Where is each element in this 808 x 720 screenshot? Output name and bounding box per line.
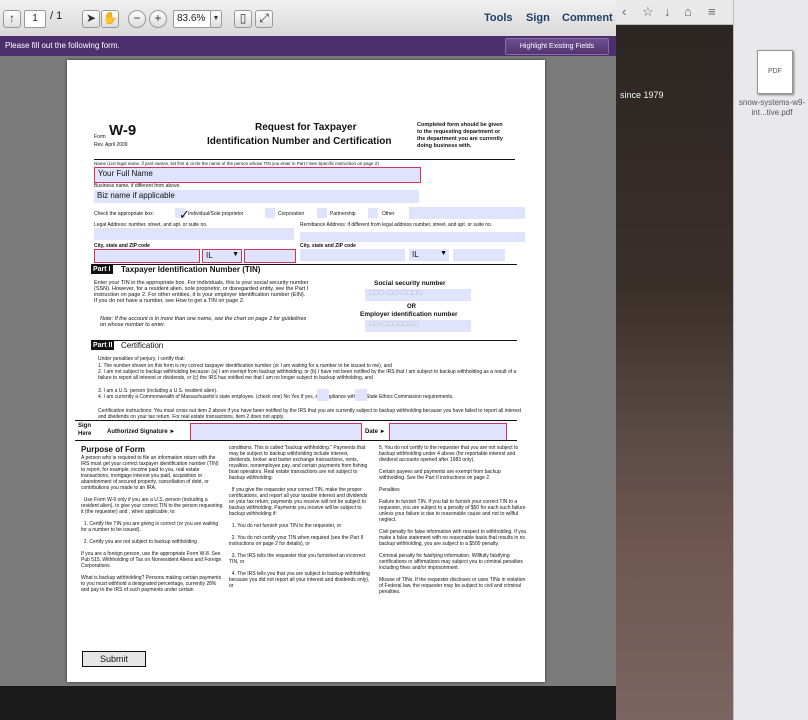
name-input[interactable]: Your Full Name — [94, 167, 421, 183]
hand-tool-icon[interactable]: ✋ — [101, 10, 119, 28]
state-employee-yes-checkbox[interactable] — [355, 389, 367, 401]
pdf-page: Form W-9 Rev. April 2009 Request for Tax… — [67, 60, 545, 682]
city-input[interactable] — [94, 249, 200, 263]
acrobat-window: ↑ 1 / 1 ➤ ✋ − + 83.6% ▼ ▯ ⤢ Tools Sign C… — [0, 0, 616, 686]
form-message: Please fill out the following form. — [5, 41, 120, 50]
other-label: Other — [382, 211, 395, 217]
date-input[interactable] — [389, 423, 507, 441]
zoom-dropdown-icon[interactable]: ▼ — [210, 10, 222, 28]
business-label: Business name, if different from above. — [94, 183, 181, 189]
zoom-in-icon[interactable]: + — [149, 10, 167, 28]
zoom-input[interactable]: 83.6% — [173, 10, 212, 28]
arrow-down-icon[interactable]: ↓ — [664, 4, 671, 19]
sign-here-label: Sign Here — [78, 423, 92, 437]
since-text: since 1979 — [620, 90, 664, 100]
page-total: / 1 — [50, 10, 63, 22]
comment-menu[interactable]: Comment — [562, 12, 613, 24]
zip-input[interactable] — [244, 249, 296, 263]
back-icon[interactable]: ‹ — [622, 4, 626, 19]
or-label: OR — [407, 304, 416, 310]
form-number: W-9 — [109, 122, 137, 139]
ssn-input[interactable]: □□□-□□-□□□□ — [365, 289, 471, 301]
full-screen-icon[interactable]: ⤢ — [255, 10, 273, 28]
corporation-checkbox[interactable] — [265, 208, 275, 218]
menu-icon[interactable]: ≡ — [708, 4, 716, 19]
ssn-label: Social security number — [374, 280, 446, 287]
part2-tag: Part II — [91, 341, 115, 350]
purpose-column-3: 5. You do not certify to the requester t… — [379, 445, 527, 595]
cert-intro: Under penalties of perjury, I certify th… — [98, 356, 185, 362]
form-message-bar: Please fill out the following form. High… — [0, 36, 616, 56]
form-label: Form — [94, 134, 106, 140]
remittance-input[interactable] — [300, 232, 525, 242]
page-number-input[interactable]: 1 — [24, 10, 46, 28]
form-title-1: Request for Taxpayer — [255, 122, 357, 133]
authorized-signature-label: Authorized Signature ► — [107, 429, 176, 435]
sole-proprietor-label: Individual/Sole proprietor — [188, 211, 244, 217]
purpose-title: Purpose of Form — [81, 445, 146, 454]
check-label: Check the appropriate box: — [94, 211, 155, 217]
zoom-out-icon[interactable]: − — [128, 10, 146, 28]
signature-input[interactable] — [190, 423, 362, 441]
file-name: snow-systems-w9-int...tive.pdf — [738, 98, 806, 117]
business-name-input[interactable]: Biz name if applicable — [94, 190, 419, 203]
sign-menu[interactable]: Sign — [526, 12, 550, 24]
purpose-column-2: conditions. This is called "backup withh… — [229, 445, 370, 589]
submit-button[interactable]: Submit — [82, 651, 146, 667]
partnership-label: Partnership — [330, 211, 356, 217]
fit-page-icon[interactable]: ▯ — [234, 10, 252, 28]
cert-item-4: 4. I am currently a Commonwealth of Mass… — [98, 394, 454, 400]
page-up-icon[interactable]: ↑ — [3, 10, 21, 28]
partnership-checkbox[interactable] — [317, 208, 327, 218]
part1-text: Enter your TIN in the appropriate box. F… — [94, 280, 309, 304]
remittance-label: Remittance Address: if different from le… — [300, 222, 493, 228]
sign-divider — [75, 420, 517, 421]
state-select-2[interactable]: IL ▼ — [409, 249, 449, 261]
part2-title: Certification — [121, 341, 164, 350]
date-label: Date ► — [365, 429, 386, 435]
select-tool-icon[interactable]: ➤ — [82, 10, 100, 28]
highlight-fields-button[interactable]: Highlight Existing Fields — [505, 38, 609, 55]
other-checkbox[interactable] — [368, 208, 378, 218]
star-icon[interactable]: ☆ — [642, 4, 654, 20]
tools-menu[interactable]: Tools — [484, 12, 513, 24]
sign-bottom-divider — [75, 440, 517, 441]
ein-input[interactable]: □□-□□□□□□□ — [365, 320, 471, 332]
home-icon[interactable]: ⌂ — [684, 4, 692, 19]
other-input[interactable] — [409, 207, 525, 219]
pdf-file-icon[interactable]: PDF — [757, 50, 793, 94]
address-input[interactable] — [94, 228, 294, 240]
ein-label: Employer identification number — [360, 311, 458, 318]
part1-title: Taxpayer Identification Number (TIN) — [121, 265, 261, 274]
zip-input-2[interactable] — [453, 249, 505, 261]
header-divider — [94, 159, 515, 160]
state-select[interactable]: IL ▼ — [202, 249, 242, 263]
purpose-column-1: A person who is required to file an info… — [81, 455, 223, 593]
form-title-2: Identification Number and Certification — [207, 136, 392, 147]
right-note: Completed form should be given to the re… — [417, 122, 503, 149]
city-input-2[interactable] — [300, 249, 405, 261]
browser-toolbar: ‹ ☆ ↓ ⌂ ≡ — [616, 0, 733, 25]
part1-tag: Part I — [91, 265, 113, 274]
cert-instructions: Certification instructions: You must cro… — [98, 408, 522, 420]
form-rev: Rev. April 2009 — [94, 142, 128, 148]
part1-note: Note: If the account is in more than one… — [100, 316, 307, 328]
corporation-label: Corporation — [278, 211, 305, 217]
state-employee-no-checkbox[interactable] — [317, 389, 329, 401]
cert-item-2: 2. I am not subject to backup withholdin… — [98, 369, 517, 381]
toolbar: ↑ 1 / 1 ➤ ✋ − + 83.6% ▼ ▯ ⤢ Tools Sign C… — [0, 0, 616, 37]
